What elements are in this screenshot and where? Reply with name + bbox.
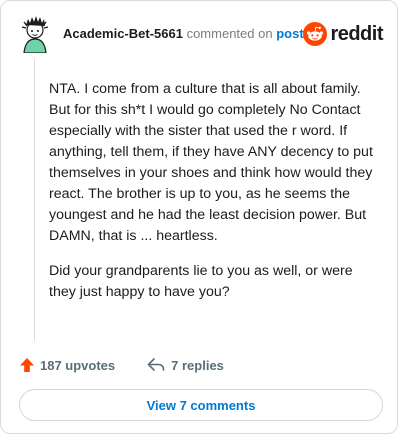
comment-actions: 187 upvotes 7 replies <box>19 355 224 375</box>
upvote-arrow-icon <box>20 358 34 372</box>
comment-body: NTA. I come from a culture that is all a… <box>49 79 379 317</box>
upvote-count: 187 upvotes <box>40 357 116 373</box>
reddit-logo[interactable]: reddit <box>303 21 383 47</box>
thread-line[interactable] <box>34 59 35 341</box>
username-link[interactable]: Academic-Bet-5661 <box>63 26 183 41</box>
reply-count: 7 replies <box>171 357 224 373</box>
post-link[interactable]: post <box>276 26 303 41</box>
comment-header: Academic-Bet-5661 commented on post redd… <box>15 13 383 53</box>
replies-button[interactable]: 7 replies <box>147 358 224 373</box>
view-comments-button[interactable]: View 7 comments <box>19 389 383 421</box>
comment-paragraph: NTA. I come from a culture that is all a… <box>49 81 373 244</box>
reddit-snoo-icon <box>303 22 328 46</box>
user-avatar[interactable] <box>15 13 55 53</box>
reddit-wordmark: reddit <box>330 22 383 45</box>
comment-meta: Academic-Bet-5661 commented on post <box>63 26 304 41</box>
commented-on-text: commented on <box>186 26 273 41</box>
reply-arrow-icon <box>147 358 165 371</box>
upvote-button[interactable]: 187 upvotes <box>19 357 115 373</box>
comment-paragraph: Did your grandparents lie to you as well… <box>49 263 353 300</box>
comment-card: Academic-Bet-5661 commented on post redd… <box>0 0 398 434</box>
